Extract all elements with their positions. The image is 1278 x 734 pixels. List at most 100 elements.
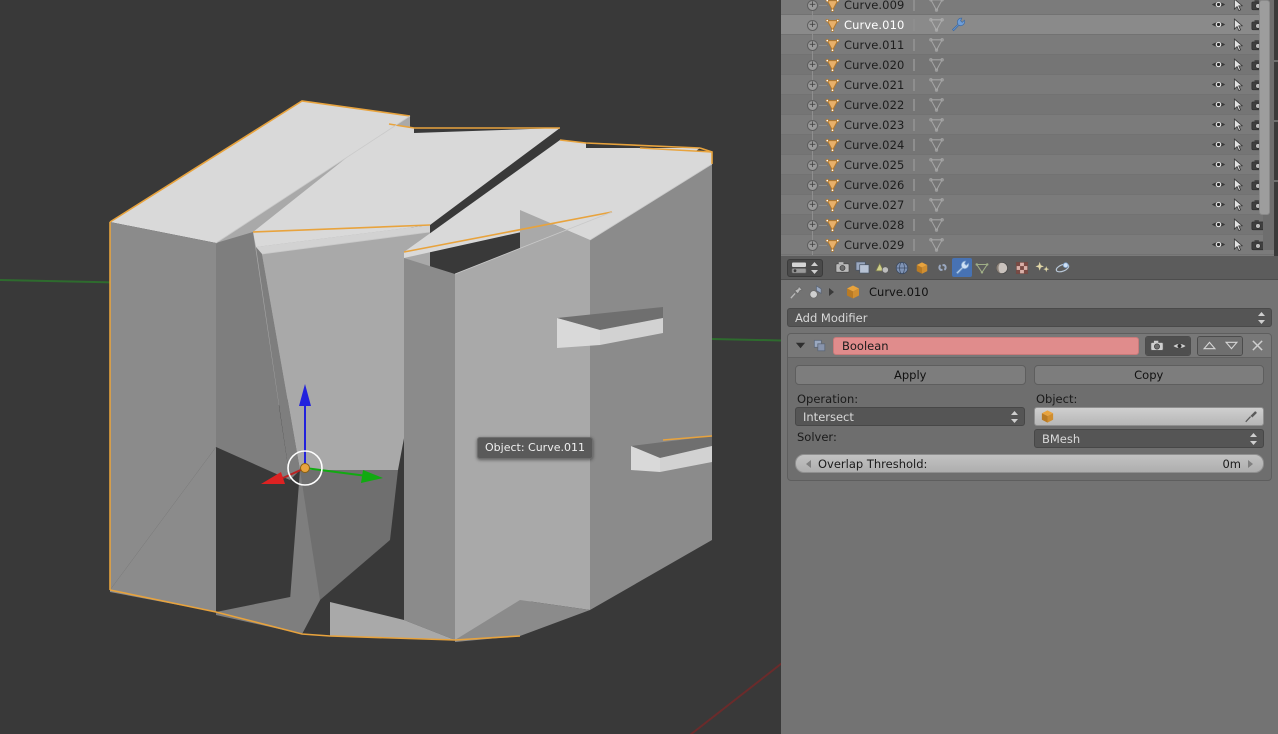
scene-icon[interactable] — [808, 284, 823, 300]
expand-toggle-icon[interactable]: + — [807, 99, 818, 111]
outliner-row[interactable]: + Curve.011 — [781, 34, 1278, 55]
eyedropper-icon[interactable] — [1244, 410, 1258, 424]
eye-icon[interactable] — [1211, 139, 1226, 150]
outliner-scrollbar-thumb[interactable] — [1259, 0, 1270, 215]
eye-icon[interactable] — [1211, 179, 1226, 190]
cursor-arrow-icon[interactable] — [1233, 97, 1244, 112]
restrict-select-toggle[interactable] — [1228, 77, 1248, 93]
restrict-view-toggle[interactable] — [1208, 197, 1228, 213]
restrict-view-toggle[interactable] — [1208, 117, 1228, 133]
properties-tab-particles[interactable] — [1032, 258, 1052, 277]
breadcrumb[interactable]: Curve.010 — [781, 280, 1278, 304]
editor-type-selector[interactable] — [787, 258, 823, 277]
restrict-view-toggle[interactable] — [1208, 137, 1228, 153]
properties-tab-physics[interactable] — [1052, 258, 1072, 277]
eye-icon[interactable] — [1211, 239, 1226, 250]
outliner-editor[interactable]: + Curve.009 + Curve.010 + Curve.011 + Cu… — [781, 0, 1278, 256]
expand-toggle-icon[interactable]: + — [807, 0, 818, 11]
curve-data-icon[interactable] — [929, 77, 945, 92]
expand-toggle-icon[interactable]: + — [807, 139, 818, 151]
curve-data-icon[interactable] — [929, 37, 945, 52]
chevron-left-icon[interactable] — [805, 458, 813, 470]
curve-data-icon[interactable] — [929, 237, 945, 252]
expand-toggle-icon[interactable]: + — [807, 119, 818, 131]
eye-icon[interactable] — [1211, 59, 1226, 70]
cursor-arrow-icon[interactable] — [1233, 217, 1244, 232]
eye-icon[interactable] — [1211, 99, 1226, 110]
properties-tab-strip[interactable] — [832, 258, 1072, 277]
cursor-arrow-icon[interactable] — [1233, 0, 1244, 12]
expand-toggle-icon[interactable]: + — [807, 179, 818, 191]
outliner-row[interactable]: + Curve.023 — [781, 114, 1278, 135]
restrict-select-toggle[interactable] — [1228, 197, 1248, 213]
properties-tab-render[interactable] — [832, 258, 852, 277]
cursor-arrow-icon[interactable] — [1233, 137, 1244, 152]
curve-data-icon[interactable] — [929, 197, 945, 212]
copy-button[interactable]: Copy — [1033, 365, 1264, 385]
outliner-row[interactable]: + Curve.028 — [781, 214, 1278, 235]
expand-toggle-icon[interactable]: + — [807, 159, 818, 171]
restrict-view-toggle[interactable] — [1208, 17, 1228, 33]
curve-data-icon[interactable] — [929, 137, 945, 152]
restrict-view-toggle[interactable] — [1208, 77, 1228, 93]
curve-data-icon[interactable] — [929, 177, 945, 192]
properties-tab-object[interactable] — [912, 258, 932, 277]
pin-icon[interactable] — [789, 285, 804, 300]
chevron-right-icon[interactable] — [1246, 458, 1254, 470]
curve-data-icon[interactable] — [929, 157, 945, 172]
restrict-select-toggle[interactable] — [1228, 137, 1248, 153]
restrict-view-toggle[interactable] — [1208, 97, 1228, 113]
outliner-row[interactable]: + Curve.029 — [781, 234, 1278, 255]
cursor-arrow-icon[interactable] — [1233, 17, 1244, 32]
properties-tab-constraints[interactable] — [932, 258, 952, 277]
eye-icon[interactable] — [1211, 219, 1226, 230]
expand-toggle-icon[interactable]: + — [807, 239, 818, 251]
outliner-row[interactable]: + Curve.026 — [781, 174, 1278, 195]
properties-tab-scene[interactable] — [852, 258, 872, 277]
restrict-view-toggle[interactable] — [1208, 37, 1228, 53]
outliner-row[interactable]: + Curve.027 — [781, 194, 1278, 215]
outliner-row[interactable]: + Curve.021 — [781, 74, 1278, 95]
render-visibility-toggle[interactable] — [1146, 336, 1168, 355]
properties-tab-scene-props[interactable] — [872, 258, 892, 277]
eye-icon[interactable] — [1211, 0, 1226, 10]
properties-tab-world[interactable] — [892, 258, 912, 277]
curve-data-icon[interactable] — [929, 97, 945, 112]
realtime-visibility-toggle[interactable] — [1168, 336, 1190, 355]
extruded-text-mesh[interactable]: .top { fill:#d9d9d9; } .top2 { fill:#d2d… — [0, 0, 781, 734]
restrict-view-toggle[interactable] — [1208, 217, 1228, 233]
outliner-row[interactable]: + Curve.009 — [781, 0, 1278, 15]
move-modifier-down-button[interactable] — [1220, 336, 1242, 355]
restrict-select-toggle[interactable] — [1228, 57, 1248, 73]
properties-header[interactable] — [781, 256, 1278, 280]
restrict-view-toggle[interactable] — [1208, 237, 1228, 253]
restrict-select-toggle[interactable] — [1228, 217, 1248, 233]
curve-data-icon[interactable] — [929, 57, 945, 72]
curve-data-icon[interactable] — [929, 117, 945, 132]
curve-data-icon[interactable] — [929, 17, 945, 32]
restrict-select-toggle[interactable] — [1228, 97, 1248, 113]
cursor-arrow-icon[interactable] — [1233, 57, 1244, 72]
3d-viewport[interactable]: .top { fill:#d9d9d9; } .top2 { fill:#d2d… — [0, 0, 781, 734]
cursor-arrow-icon[interactable] — [1233, 237, 1244, 252]
eye-icon[interactable] — [1211, 39, 1226, 50]
add-modifier-button[interactable]: Add Modifier — [787, 308, 1272, 327]
delete-modifier-button[interactable] — [1249, 337, 1265, 355]
curve-data-icon[interactable] — [929, 0, 945, 12]
properties-editor[interactable]: Curve.010 Add Modifier Boolean Apply Cop… — [781, 256, 1278, 734]
boolean-modifier-panel[interactable]: Boolean Apply Copy Operation: Intersect … — [787, 333, 1272, 481]
boolean-object-field[interactable] — [1034, 407, 1264, 426]
cursor-arrow-icon[interactable] — [1233, 197, 1244, 212]
eye-icon[interactable] — [1211, 159, 1226, 170]
restrict-select-toggle[interactable] — [1228, 37, 1248, 53]
operation-dropdown[interactable]: Intersect — [795, 407, 1025, 426]
wrench-icon[interactable] — [951, 17, 966, 32]
eye-icon[interactable] — [1211, 19, 1226, 30]
cursor-arrow-icon[interactable] — [1233, 77, 1244, 92]
restrict-view-toggle[interactable] — [1208, 0, 1228, 13]
modifier-header[interactable]: Boolean — [788, 334, 1271, 358]
duplicate-icon[interactable] — [813, 339, 827, 353]
solver-dropdown[interactable]: BMesh — [1034, 429, 1264, 448]
properties-tab-object-data[interactable] — [972, 258, 992, 277]
expand-toggle-icon[interactable]: + — [807, 219, 818, 231]
